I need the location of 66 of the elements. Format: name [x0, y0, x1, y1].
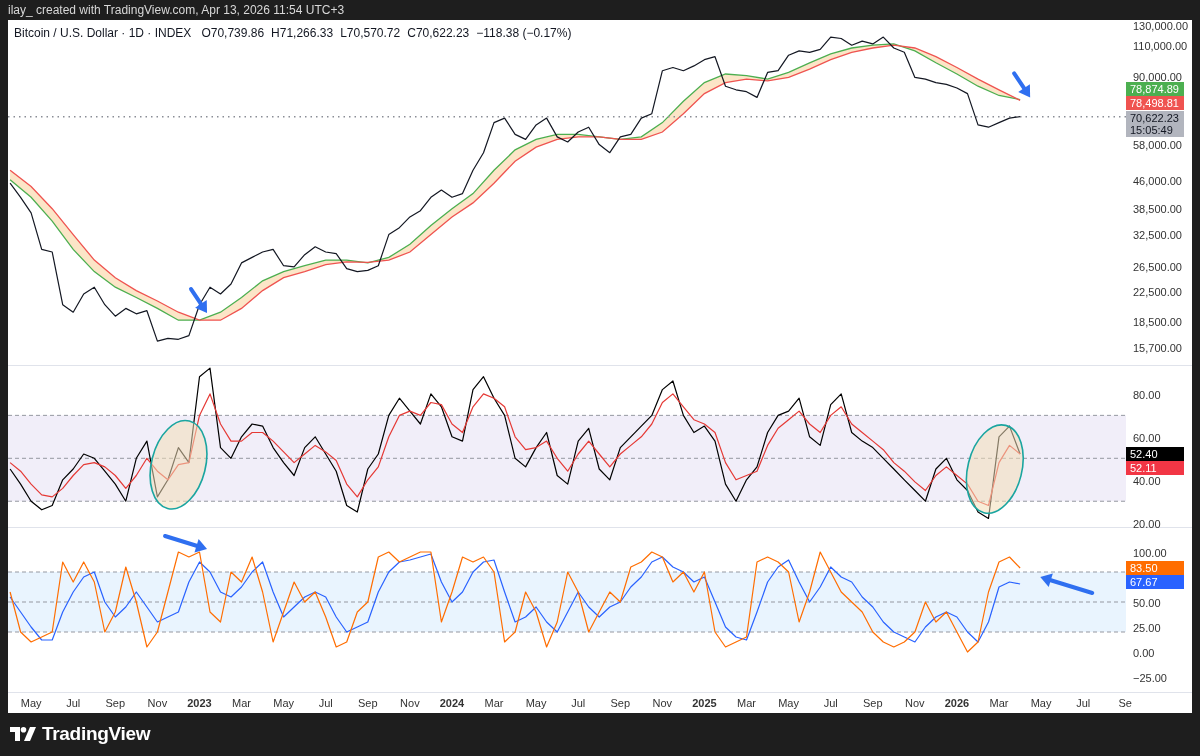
axis-label: 15,700.00: [1133, 341, 1182, 354]
value-label: 52.11: [1126, 461, 1184, 475]
time-axis-label: Nov: [905, 697, 925, 710]
value-label: 52.40: [1126, 447, 1184, 461]
axis-label: 110,000.00: [1133, 40, 1188, 52]
value-label: 83.50: [1126, 561, 1184, 575]
time-axis-label: Sep: [862, 697, 883, 710]
time-axis-label: 2026: [944, 697, 970, 710]
value-label: 67.67: [1126, 575, 1184, 589]
time-axis-label: May: [1030, 697, 1052, 710]
axis-label: 80.00: [1133, 388, 1161, 401]
axis-label: 32,500.00: [1133, 229, 1182, 241]
axis-label: 25.00: [1133, 622, 1161, 634]
ohlc-value: O70,739.86: [201, 26, 265, 40]
axis-label: 50.00: [1133, 597, 1161, 609]
time-axis-label: Nov: [652, 697, 673, 710]
time-axis-label: Se: [1118, 697, 1132, 710]
time-axis-label: Mar: [484, 697, 504, 710]
ohlc-value: −118.38 (−0.17%): [476, 26, 572, 40]
time-axis-label: Jul: [66, 697, 81, 710]
axis-label: 60.00: [1133, 431, 1161, 444]
symbol-title: Bitcoin / U.S. Dollar · 1D · INDEX: [14, 26, 192, 40]
arrow-annotation: [1012, 71, 1031, 98]
chart-credit: ilay_ created with TradingView.com, Apr 13, 2026 11:54 UTC+3: [8, 3, 345, 17]
time-axis-label: Nov: [400, 697, 420, 710]
axis-label: 58,000.00: [1133, 139, 1182, 152]
axis-label: 20.00: [1133, 517, 1161, 530]
time-axis-label: Mar: [989, 697, 1009, 710]
time-axis-label: 2025: [692, 697, 717, 710]
axis-label: 38,500.00: [1133, 202, 1182, 215]
time-axis-label: May: [525, 697, 547, 710]
axis-label: 130,000.00: [1133, 20, 1189, 32]
time-axis-label: Jul: [571, 697, 586, 710]
last-price-label: 70,622.23 15:05:49: [1126, 110, 1184, 137]
axis-label: 22,500.00: [1133, 286, 1182, 298]
arrow-annotation: [163, 534, 208, 553]
time-axis-label: Jul: [318, 697, 333, 710]
arrow-annotation: [1040, 573, 1095, 595]
ohlc-value: C70,622.23: [407, 26, 470, 40]
time-axis-label: Sep: [358, 697, 378, 710]
time-axis-label: 2023: [187, 697, 212, 710]
time-axis-label: May: [20, 697, 42, 710]
arrow-annotation: [189, 287, 208, 313]
time-axis-label: May: [273, 697, 294, 710]
axis-label: −25.00: [1133, 672, 1167, 684]
time-axis-label: Sep: [610, 697, 631, 710]
axis-label: 40.00: [1133, 474, 1161, 487]
axis-label: 26,500.00: [1133, 260, 1182, 273]
time-axis-label: Jul: [823, 697, 838, 710]
time-axis-label: Mar: [737, 697, 756, 710]
value-label: 78,874.89: [1126, 81, 1184, 96]
brand-name: TradingView: [42, 723, 151, 745]
logo-icon: [10, 726, 36, 742]
axis-label: 46,000.00: [1133, 175, 1182, 188]
axis-label: 18,500.00: [1133, 316, 1182, 329]
time-axis-label: 2024: [439, 697, 465, 710]
time-axis-label: Mar: [232, 697, 251, 710]
time-axis-label: Jul: [1076, 697, 1091, 710]
time-axis-label: Nov: [147, 697, 168, 710]
axis-label: 0.00: [1133, 647, 1155, 659]
axis-label: 90,000.00: [1133, 71, 1182, 84]
ohlc-value: H71,266.33: [271, 26, 334, 40]
ohlc-value: L70,570.72: [340, 26, 401, 40]
axis-label: 100.00: [1133, 547, 1167, 559]
time-axis-label: Sep: [105, 697, 126, 710]
time-axis-label: May: [778, 697, 799, 710]
